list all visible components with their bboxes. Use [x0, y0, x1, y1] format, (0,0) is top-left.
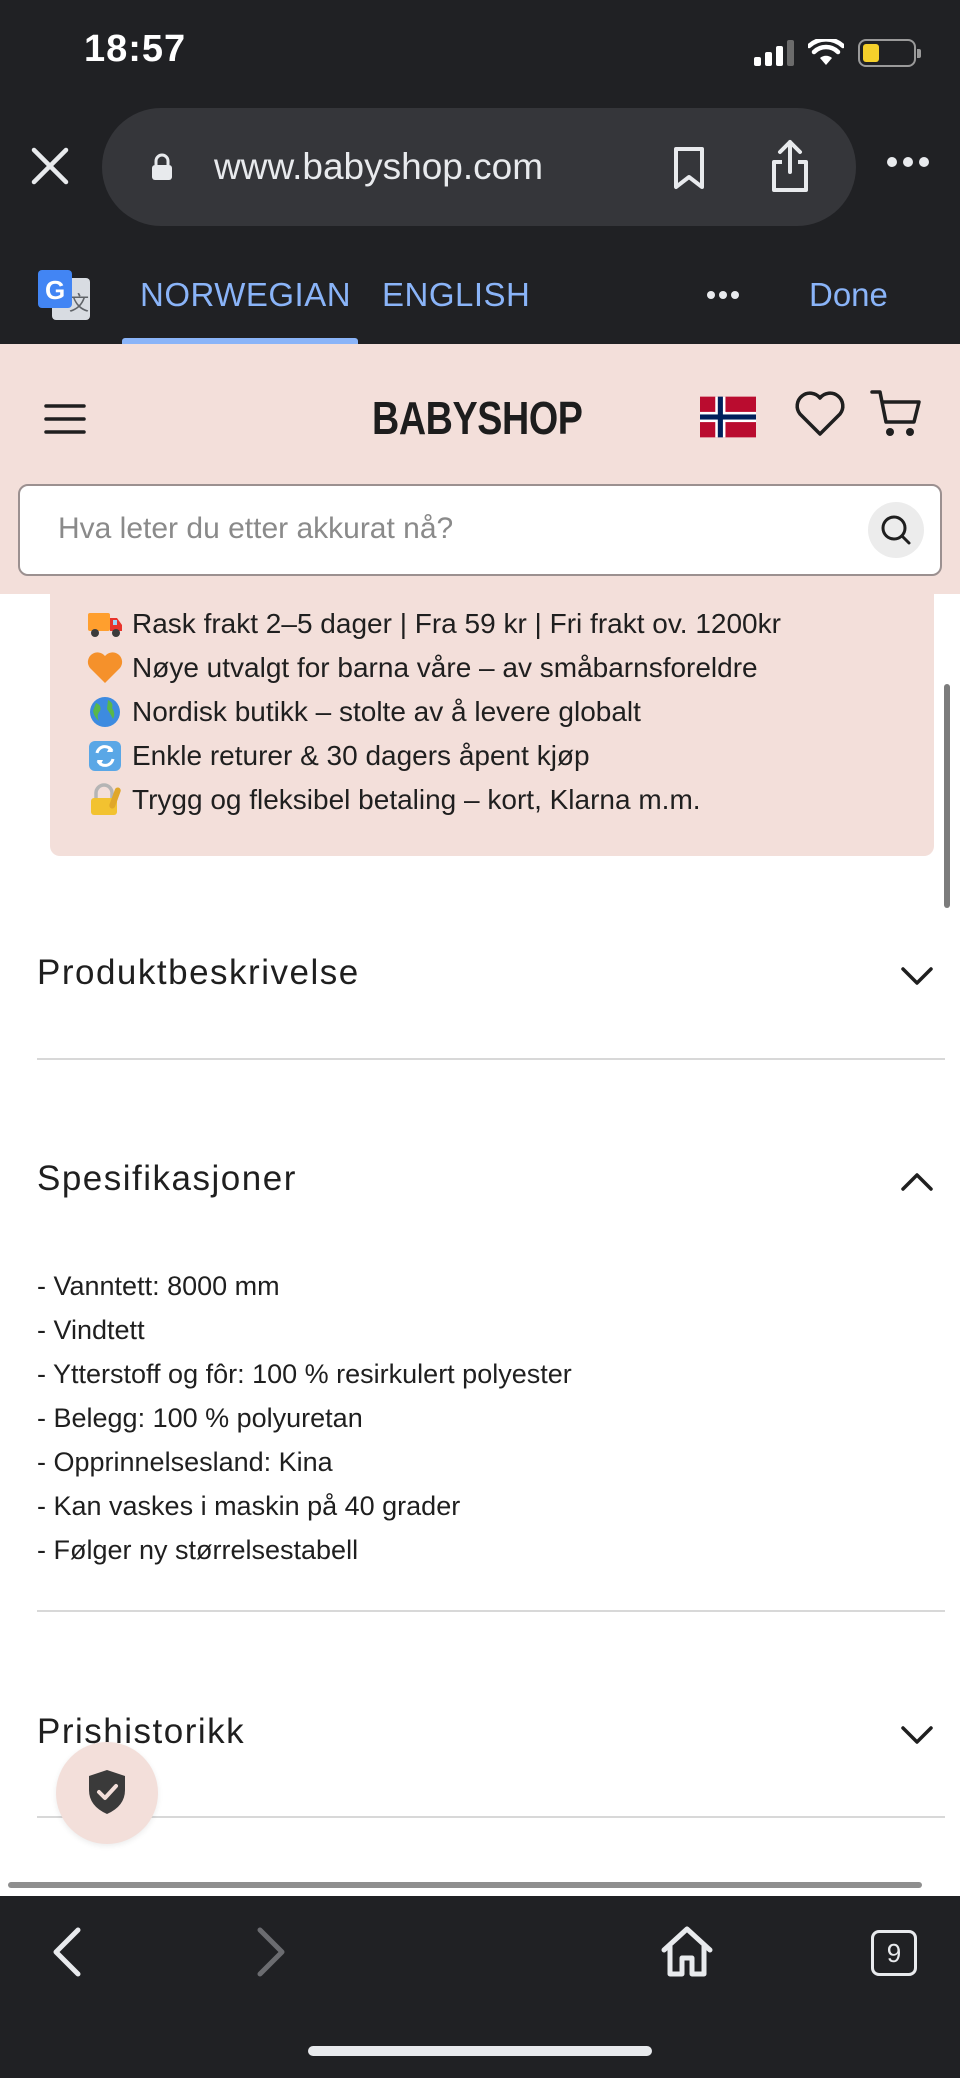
chevron-up-icon[interactable] — [900, 1172, 934, 1192]
search-button[interactable] — [868, 502, 924, 558]
usp-item: Rask frakt 2–5 dager | Fra 59 kr | Fri f… — [86, 602, 781, 646]
back-arrow-icon[interactable] — [48, 1926, 84, 1978]
brand-logo[interactable]: BABYSHOP — [362, 380, 592, 456]
site-header: BABYSHOP Hva leter du etter akkurat nå? — [0, 344, 960, 594]
accordion-title-price-history[interactable]: Prishistorikk — [37, 1712, 245, 1752]
privacy-shield-button[interactable] — [56, 1742, 158, 1844]
translate-more-icon[interactable] — [706, 290, 740, 300]
usp-item: Nordisk butikk – stolte av å levere glob… — [86, 690, 781, 734]
spec-item: - Vindtett — [37, 1315, 145, 1345]
menu-icon[interactable] — [44, 402, 86, 436]
shield-check-icon — [89, 1770, 125, 1814]
cart-icon[interactable] — [870, 388, 922, 440]
wifi-icon — [808, 39, 844, 65]
spec-item: - Opprinnelsesland: Kina — [37, 1447, 333, 1477]
usp-item: Enkle returer & 30 dagers åpent kjøp — [86, 734, 781, 778]
tab-english[interactable]: ENGLISH — [382, 276, 530, 314]
share-icon[interactable] — [768, 138, 812, 194]
spec-item: - Kan vaskes i maskin på 40 grader — [37, 1491, 461, 1521]
translate-bar: 文 G NORWEGIAN ENGLISH Done — [0, 240, 960, 344]
done-button[interactable]: Done — [809, 276, 888, 314]
svg-text:G: G — [45, 275, 65, 305]
status-icons — [754, 36, 921, 70]
accordion-title-description[interactable]: Produktbeskrivelse — [37, 953, 360, 993]
spec-item: - Vanntett: 8000 mm — [37, 1271, 280, 1301]
tab-switcher-button[interactable]: 9 — [871, 1930, 917, 1976]
address-bar[interactable]: www.babyshop.com — [102, 108, 856, 226]
browser-toolbar: www.babyshop.com — [0, 100, 960, 240]
cellular-signal-icon — [754, 40, 794, 66]
specs-list: - Vanntett: 8000 mm - Vindtett - Ytterst… — [37, 1264, 572, 1572]
usp-text: Nordisk butikk – stolte av å levere glob… — [132, 696, 641, 727]
lock-icon — [152, 153, 172, 180]
wishlist-heart-icon[interactable] — [794, 390, 846, 438]
search-input[interactable]: Hva leter du etter akkurat nå? — [18, 484, 942, 576]
spec-item: - Belegg: 100 % polyuretan — [37, 1403, 363, 1433]
usp-box: Rask frakt 2–5 dager | Fra 59 kr | Fri f… — [50, 594, 934, 856]
usp-text: Nøye utvalgt for barna våre – av småbarn… — [132, 652, 758, 683]
divider — [37, 1058, 945, 1060]
usp-item: Nøye utvalgt for barna våre – av småbarn… — [86, 646, 781, 690]
close-icon[interactable] — [28, 144, 72, 188]
vertical-scrollbar[interactable] — [944, 684, 950, 908]
globe-icon — [86, 695, 124, 729]
arrows-cycle-icon — [86, 739, 124, 773]
horizontal-scrollbar[interactable] — [8, 1882, 922, 1888]
usp-item: Trygg og fleksibel betaling – kort, Klar… — [86, 778, 781, 822]
usp-text: Rask frakt 2–5 dager | Fra 59 kr | Fri f… — [132, 608, 781, 639]
chevron-down-icon[interactable] — [900, 1725, 934, 1745]
divider — [37, 1816, 945, 1818]
url-text: www.babyshop.com — [214, 146, 544, 187]
spec-item: - Ytterstoff og fôr: 100 % resirkulert p… — [37, 1359, 572, 1389]
more-options-icon[interactable] — [886, 156, 930, 168]
usp-list: Rask frakt 2–5 dager | Fra 59 kr | Fri f… — [86, 602, 781, 822]
usp-text: Trygg og fleksibel betaling – kort, Klar… — [132, 784, 701, 815]
delivery-truck-icon — [86, 607, 124, 641]
spec-item: - Følger ny størrelsestabell — [37, 1535, 359, 1565]
search-placeholder: Hva leter du etter akkurat nå? — [58, 512, 454, 545]
search-icon — [881, 515, 911, 545]
brand-name: BABYSHOP — [372, 392, 583, 444]
norway-flag-icon[interactable] — [700, 396, 756, 438]
home-icon[interactable] — [660, 1924, 714, 1978]
usp-text: Enkle returer & 30 dagers åpent kjøp — [132, 740, 590, 771]
google-translate-icon: 文 G — [38, 270, 90, 320]
orange-heart-icon — [86, 651, 124, 685]
status-time: 18:57 — [84, 28, 187, 70]
chevron-down-icon[interactable] — [900, 966, 934, 986]
battery-icon — [858, 39, 921, 67]
accordion-title-specs[interactable]: Spesifikasjoner — [37, 1159, 297, 1199]
forward-arrow-icon[interactable] — [254, 1926, 290, 1978]
lock-with-key-icon — [86, 783, 124, 817]
divider — [37, 1610, 945, 1612]
tab-norwegian[interactable]: NORWEGIAN — [140, 276, 351, 314]
status-bar: 18:57 — [0, 0, 960, 100]
home-indicator[interactable] — [308, 2046, 652, 2056]
bookmark-icon[interactable] — [670, 146, 708, 190]
bottom-toolbar: 9 — [0, 1896, 960, 2078]
